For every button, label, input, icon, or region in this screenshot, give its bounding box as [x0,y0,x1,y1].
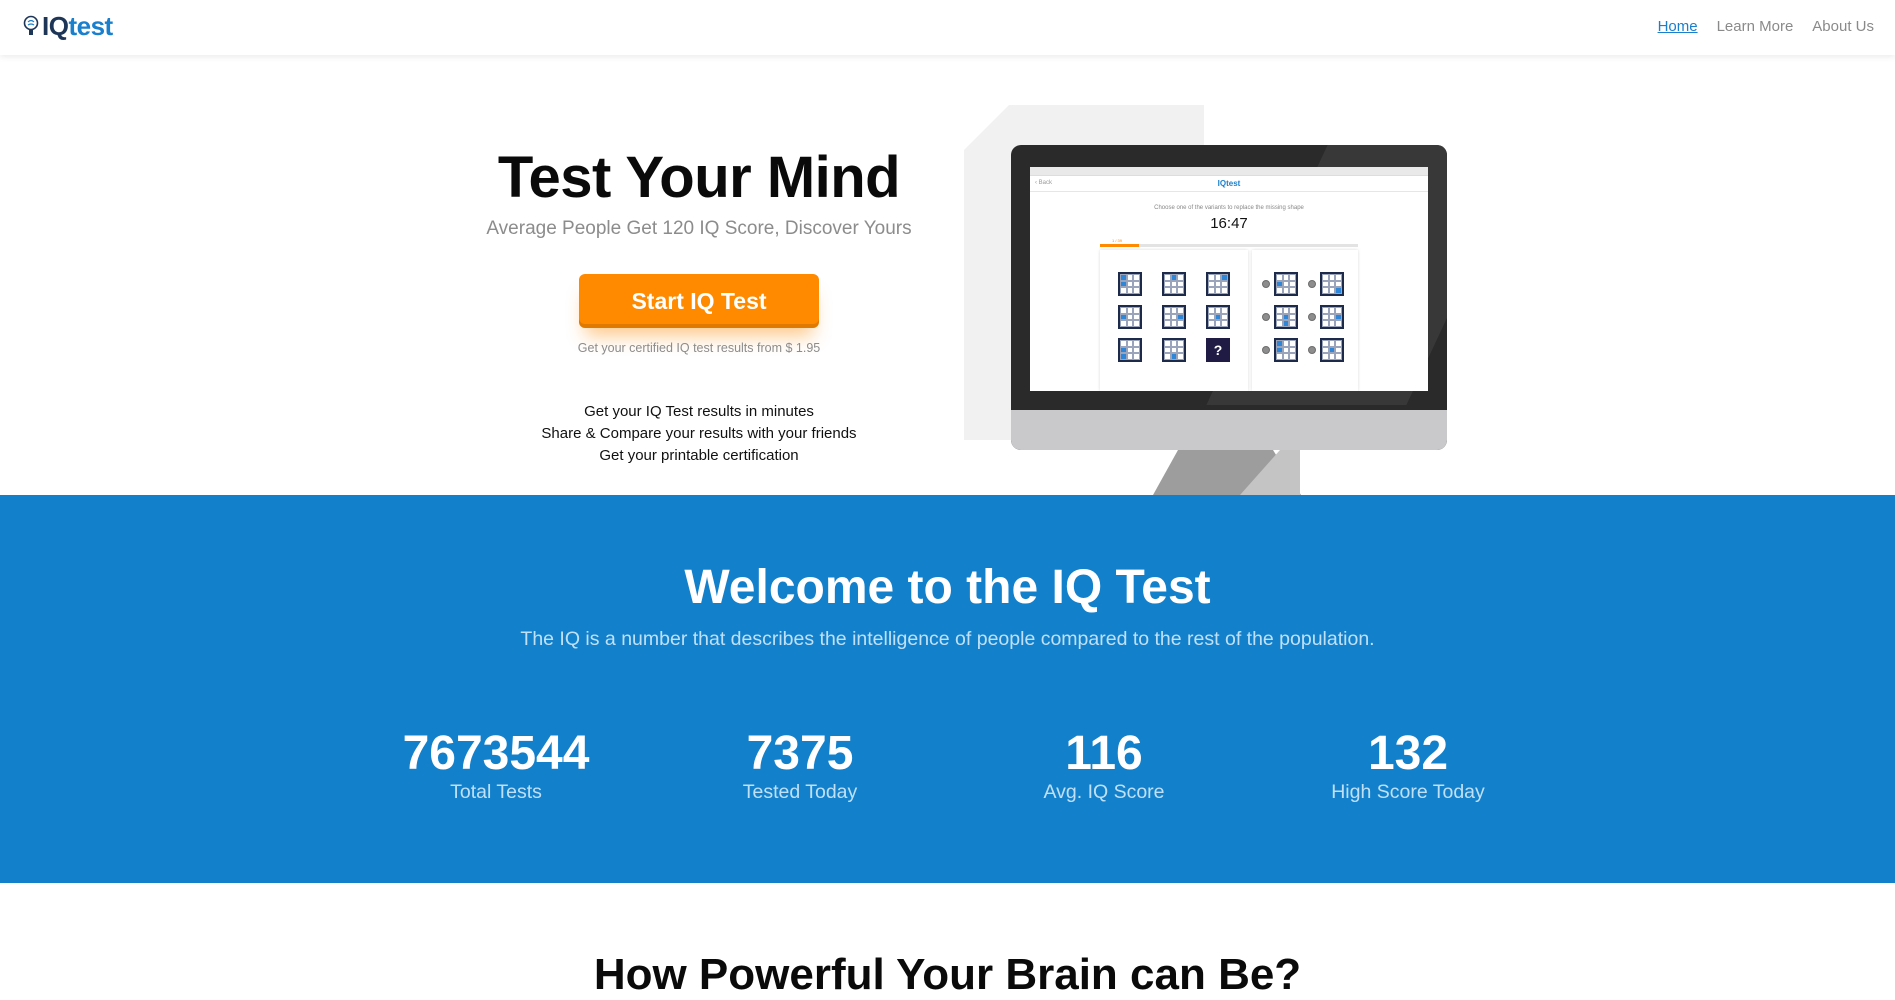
stat-total-tests: 7673544 Total Tests [366,728,626,804]
logo[interactable]: IQtest [23,12,113,40]
brain-bulb-icon [23,15,41,37]
browser-bar [1030,167,1428,176]
answer-radio [1262,280,1270,288]
puzzle-cell [1118,305,1142,329]
nav-link-learn-more[interactable]: Learn More [1717,17,1794,37]
puzzle-cell [1162,272,1186,296]
puzzle-cell [1274,338,1298,362]
answer-radio [1262,346,1270,354]
nav-links: Home Learn More About Us [1658,17,1874,37]
next-section-title: How Powerful Your Brain can Be? [593,950,1302,999]
stat-label: Tested Today [742,781,858,803]
puzzle-cell [1320,305,1344,329]
monitor-chin [1011,410,1447,450]
logo-text: IQtest [42,11,113,41]
nav-link-about-us[interactable]: About Us [1812,17,1874,37]
puzzle-cell [1320,272,1344,296]
start-iq-test-button[interactable]: Start IQ Test [579,274,819,328]
stat-value: 116 [1065,727,1143,780]
puzzle-cell [1274,272,1298,296]
puzzle-matrix-panel: ? [1100,250,1248,391]
stat-label: Total Tests [450,781,542,803]
stat-value: 7673544 [402,727,590,780]
answer-radio [1308,346,1316,354]
stat-label: Avg. IQ Score [1043,781,1165,803]
answer-options-panel [1252,250,1358,391]
welcome-section: Welcome to the IQ Test The IQ is a numbe… [0,495,1895,883]
welcome-subtitle: The IQ is a number that describes the in… [520,628,1375,650]
answer-radio [1262,313,1270,321]
nav-link-home[interactable]: Home [1658,17,1698,37]
answer-radio [1308,280,1316,288]
answer-radio [1308,313,1316,321]
stat-value: 7375 [746,727,854,780]
welcome-title: Welcome to the IQ Test [684,561,1211,614]
stat-value: 132 [1367,727,1449,780]
stat-high-score-today: 132 High Score Today [1278,728,1538,804]
top-nav: IQtest Home Learn More About Us [0,0,1895,55]
puzzle-cell [1162,305,1186,329]
puzzle-cell [1206,305,1230,329]
monitor-illustration: ‹ Back IQtest Choose one of the variants… [1011,145,1447,450]
puzzle-cell [1206,272,1230,296]
puzzle-cell [1162,338,1186,362]
test-preview-screen: ‹ Back IQtest Choose one of the variants… [1030,167,1428,391]
preview-timer: 16:47 [1210,215,1248,232]
missing-shape: ? [1206,338,1230,362]
puzzle-cell [1320,338,1344,362]
hero-section: Test Your Mind Average People Get 120 IQ… [0,55,1895,495]
stat-tested-today: 7375 Tested Today [670,728,930,804]
preview-progress-label: 1 / 39 [1112,238,1123,243]
stat-avg-iq: 116 Avg. IQ Score [974,728,1234,804]
puzzle-cell [1118,338,1142,362]
preview-instruction: Choose one of the variants to replace th… [1154,205,1304,211]
puzzle-cell [1274,305,1298,329]
stat-label: High Score Today [1331,781,1485,803]
puzzle-cell [1118,272,1142,296]
preview-progress-bar [1100,244,1358,247]
preview-logo: IQtest [1217,179,1241,188]
